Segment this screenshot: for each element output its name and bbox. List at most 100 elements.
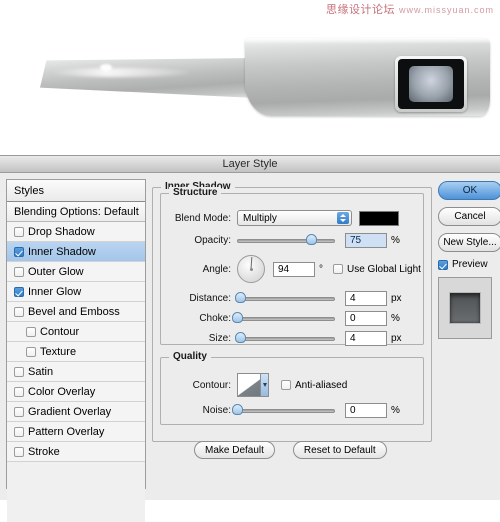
shadow-color-swatch[interactable] bbox=[359, 210, 399, 226]
dialog-titlebar[interactable]: Layer Style bbox=[0, 156, 500, 173]
style-checkbox[interactable] bbox=[26, 346, 36, 357]
style-checkbox[interactable] bbox=[14, 226, 24, 237]
distance-label: Distance: bbox=[189, 292, 231, 304]
device-highlight-spot bbox=[100, 64, 112, 71]
device-handle-gloss bbox=[50, 68, 190, 77]
contour-row: Contour: Anti-aliased bbox=[159, 372, 421, 398]
preview-row[interactable]: Preview bbox=[438, 259, 500, 270]
style-row[interactable]: Pattern Overlay bbox=[7, 422, 145, 442]
style-row[interactable]: Outer Glow bbox=[7, 262, 145, 282]
contour-swatch[interactable] bbox=[237, 373, 269, 397]
style-checkbox[interactable] bbox=[14, 406, 24, 417]
preview-thumbnail-square bbox=[449, 292, 481, 324]
size-input[interactable]: 4 bbox=[345, 330, 387, 346]
watermark-url: www.missyuan.com bbox=[398, 5, 494, 15]
distance-slider[interactable] bbox=[234, 291, 335, 305]
cancel-button[interactable]: Cancel bbox=[438, 207, 500, 226]
new-style-button[interactable]: New Style... bbox=[438, 233, 500, 252]
style-row[interactable]: Drop Shadow bbox=[7, 222, 145, 242]
blend-mode-row: Blend Mode: Multiply bbox=[159, 210, 421, 226]
blend-mode-value: Multiply bbox=[243, 212, 277, 224]
style-row[interactable]: Contour bbox=[7, 322, 145, 342]
style-checkbox[interactable] bbox=[26, 326, 36, 337]
style-checkbox[interactable] bbox=[14, 246, 24, 257]
structure-group: Structure Blend Mode: Multiply Opacity: bbox=[159, 187, 424, 346]
opacity-slider-track bbox=[237, 239, 335, 243]
use-global-light-label: Use Global Light bbox=[347, 263, 421, 275]
style-checkbox[interactable] bbox=[14, 426, 24, 437]
style-row[interactable]: Bevel and Emboss bbox=[7, 302, 145, 322]
chevron-down-icon[interactable] bbox=[260, 374, 268, 396]
blend-mode-label: Blend Mode: bbox=[174, 212, 231, 224]
distance-input[interactable]: 4 bbox=[345, 290, 387, 306]
blending-options-row[interactable]: Blending Options: Default bbox=[7, 202, 145, 222]
blend-mode-select[interactable]: Multiply bbox=[237, 210, 352, 226]
use-global-light-checkbox[interactable] bbox=[333, 264, 343, 274]
distance-slider-track bbox=[237, 297, 335, 301]
preview-checkbox[interactable] bbox=[438, 259, 448, 270]
reset-to-default-button[interactable]: Reset to Default bbox=[292, 441, 387, 459]
styles-panel: Styles Blending Options: Default Drop Sh… bbox=[6, 179, 146, 522]
angle-dial[interactable] bbox=[237, 255, 265, 283]
style-checkbox[interactable] bbox=[14, 306, 24, 317]
style-row-label: Drop Shadow bbox=[28, 225, 95, 238]
style-checkbox[interactable] bbox=[14, 366, 24, 377]
style-row[interactable]: Color Overlay bbox=[7, 382, 145, 402]
size-slider[interactable] bbox=[234, 331, 335, 345]
noise-label: Noise: bbox=[202, 404, 231, 416]
choke-input[interactable]: 0 bbox=[345, 310, 387, 326]
style-row[interactable]: Inner Shadow bbox=[7, 242, 145, 262]
use-global-light-row[interactable]: Use Global Light bbox=[333, 264, 421, 275]
style-row-label: Contour bbox=[40, 325, 80, 338]
opacity-label: Opacity: bbox=[194, 234, 231, 246]
style-row[interactable]: Gradient Overlay bbox=[7, 402, 145, 422]
noise-slider[interactable] bbox=[232, 403, 335, 417]
watermark-text: 思缘设计论坛 bbox=[325, 4, 395, 16]
noise-slider-thumb[interactable] bbox=[232, 404, 243, 415]
product-photo-area: 思缘设计论坛 www.missyuan.com bbox=[0, 0, 500, 155]
size-unit: px bbox=[391, 332, 402, 344]
anti-aliased-label: Anti-aliased bbox=[295, 379, 348, 391]
choke-slider-track bbox=[237, 317, 335, 321]
ok-button[interactable]: OK bbox=[438, 181, 500, 200]
style-row-label: Outer Glow bbox=[28, 265, 84, 278]
distance-unit: px bbox=[391, 292, 402, 304]
anti-aliased-row[interactable]: Anti-aliased bbox=[281, 380, 347, 391]
style-row[interactable]: Satin bbox=[7, 362, 145, 382]
opacity-row: Opacity: 75 % bbox=[159, 232, 421, 248]
dialog-action-buttons: OK Cancel New Style... Preview bbox=[438, 181, 500, 339]
size-label: Size: bbox=[208, 332, 231, 344]
make-default-button[interactable]: Make Default bbox=[194, 441, 275, 459]
choke-slider-thumb[interactable] bbox=[232, 312, 243, 323]
style-row-label: Satin bbox=[28, 365, 54, 378]
device-handle bbox=[40, 58, 255, 98]
style-checkbox[interactable] bbox=[14, 266, 24, 277]
style-row-label: Texture bbox=[40, 345, 77, 358]
choke-unit: % bbox=[391, 312, 400, 324]
style-checkbox[interactable] bbox=[14, 446, 24, 457]
chevron-updown-icon[interactable] bbox=[337, 212, 349, 224]
style-row[interactable]: Stroke bbox=[7, 442, 145, 462]
angle-dial-center bbox=[249, 267, 253, 271]
metallic-device-image bbox=[40, 38, 490, 118]
style-checkbox[interactable] bbox=[14, 386, 24, 397]
choke-row: Choke: 0 % bbox=[159, 310, 421, 326]
dialog-body: Styles Blending Options: Default Drop Sh… bbox=[0, 173, 500, 522]
opacity-input[interactable]: 75 bbox=[345, 232, 387, 248]
noise-input[interactable]: 0 bbox=[345, 402, 387, 418]
distance-slider-thumb[interactable] bbox=[234, 292, 246, 303]
structure-group-title: Structure bbox=[169, 187, 222, 198]
size-slider-thumb[interactable] bbox=[234, 332, 246, 343]
style-effect-list: Drop Shadow Inner Shadow Outer Glow Inner G… bbox=[7, 222, 145, 462]
choke-slider[interactable] bbox=[232, 311, 335, 325]
style-checkbox[interactable] bbox=[14, 286, 24, 297]
angle-input[interactable]: 94 bbox=[273, 261, 315, 277]
device-screen bbox=[398, 59, 464, 109]
styles-list-filler bbox=[7, 462, 145, 522]
opacity-slider-thumb[interactable] bbox=[305, 234, 317, 245]
style-row[interactable]: Texture bbox=[7, 342, 145, 362]
opacity-unit: % bbox=[391, 234, 400, 246]
style-row[interactable]: Inner Glow bbox=[7, 282, 145, 302]
anti-aliased-checkbox[interactable] bbox=[281, 380, 291, 390]
opacity-slider[interactable] bbox=[237, 233, 335, 247]
